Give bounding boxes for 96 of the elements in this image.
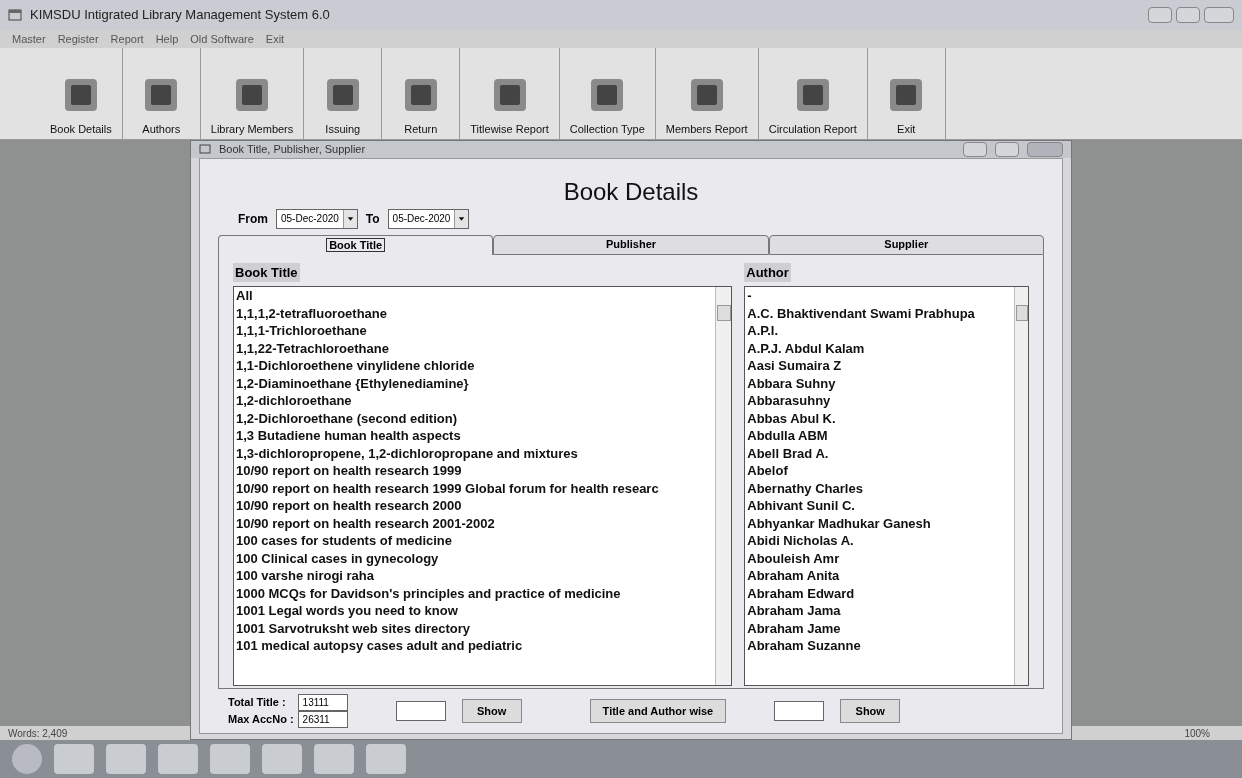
list-item[interactable]: 1,2-Dichloroethane (second edition) (236, 409, 458, 427)
list-item[interactable]: - (747, 287, 752, 305)
close-button[interactable] (1027, 141, 1063, 157)
scrollbar[interactable] (1014, 287, 1028, 685)
list-item[interactable]: 101 medical autopsy cases adult and pediatric (236, 637, 523, 655)
list-item[interactable]: 1,2-Diaminoethane {Ethylenediamine} (236, 374, 469, 392)
list-item[interactable]: Abbarasuhny (747, 392, 831, 410)
dialog-title: Book Title, Publisher, Supplier (219, 142, 366, 157)
tab[interactable]: Book Title (218, 234, 494, 255)
tab[interactable]: Supplier (768, 234, 1044, 255)
list-item[interactable]: 100 varshe nirogi raha (236, 567, 374, 585)
status-text: Words: 2,409 (8, 726, 68, 741)
list-item[interactable]: A.P.I. (747, 322, 779, 340)
scroll-thumb[interactable] (716, 305, 731, 321)
list-item[interactable]: 1,3-dichloropropene, 1,2-dichloropropane and mixtures (236, 444, 578, 462)
list-item[interactable]: A.C. Bhaktivendant Swami Prabhupa (747, 304, 975, 322)
list-item[interactable]: 100 Clinical cases in gynecology (236, 549, 439, 567)
list-item[interactable]: Abidi Nicholas A. (747, 532, 854, 550)
to-label: To (365, 210, 380, 228)
list-item[interactable]: Abraham Jame (747, 619, 841, 637)
list-item[interactable]: Abraham Jama (747, 602, 841, 620)
list-item[interactable]: Abelof (747, 462, 788, 480)
list-item[interactable]: Abell Brad A. (747, 444, 829, 462)
book-title-list[interactable] (233, 286, 733, 686)
show-button[interactable]: Show (461, 699, 522, 723)
list-item[interactable]: 1,1,22-Tetrachloroethane (236, 339, 389, 357)
menu-item[interactable]: Register (57, 30, 99, 48)
form-heading: Book Details (562, 176, 700, 207)
input-field[interactable] (395, 701, 446, 721)
list-item[interactable]: Abhivant Sunil C. (747, 497, 855, 515)
app-icon (8, 9, 22, 21)
author-list[interactable] (744, 286, 1029, 686)
toolbar-button[interactable]: Titlewise Report (460, 48, 560, 139)
total-title-label: Total Title : (228, 695, 287, 711)
toolbar-button[interactable]: Return (382, 48, 461, 139)
toolbar-button[interactable]: Library Members (200, 48, 305, 139)
date-picker[interactable]: 05-Dec-2020 (387, 208, 470, 229)
list-item[interactable]: 1,1,1-Trichloroethane (236, 322, 367, 340)
list-label: Author (744, 262, 791, 282)
menu-item[interactable]: Exit (265, 30, 285, 48)
toolbar-button[interactable]: Members Report (655, 48, 759, 139)
list-item[interactable]: 1001 Sarvotruksht web sites directory (236, 619, 471, 637)
close-button[interactable] (1204, 7, 1234, 23)
list-item[interactable]: 1,1-Dichloroethene vinylidene chloride (236, 357, 475, 375)
from-label: From (238, 210, 268, 228)
show-button[interactable]: Show (840, 699, 901, 723)
list-item[interactable]: Abbara Suhny (747, 374, 836, 392)
list-item[interactable]: A.P.J. Abdul Kalam (747, 339, 865, 357)
list-item[interactable]: 1,2-dichloroethane (236, 392, 352, 410)
total-title-field: 13111 (297, 694, 348, 711)
max-accno-label: Max AccNo : (228, 712, 294, 728)
list-item[interactable]: Abraham Suzanne (747, 637, 861, 655)
toolbar-button[interactable]: Collection Type (559, 48, 656, 139)
toolbar-button[interactable]: Issuing (304, 48, 383, 139)
app-icon (199, 144, 211, 155)
list-item[interactable]: 10/90 report on health research 1999 (236, 462, 462, 480)
window-title: KIMSDU Intigrated Library Management System 6.0 (30, 6, 330, 25)
list-item[interactable]: Abouleish Amr (747, 549, 840, 567)
list-item[interactable]: 10/90 report on health research 2000 (236, 497, 462, 515)
menu-item[interactable]: Report (110, 30, 144, 48)
list-item[interactable]: 1001 Legal words you need to know (236, 602, 458, 620)
list-item[interactable]: Abraham Edward (747, 584, 855, 602)
input-field[interactable] (774, 701, 825, 721)
title-and-author-wise-button[interactable]: Title and Author wise (589, 699, 727, 723)
minimize-button[interactable] (963, 141, 987, 157)
tab[interactable]: Publisher (493, 234, 769, 255)
zoom-level: 100% (1184, 726, 1210, 741)
toolbar-button[interactable]: Book Details (40, 48, 123, 139)
toolbar-button[interactable]: Authors (122, 48, 201, 139)
list-item[interactable]: 10/90 report on health research 1999 Global forum for health researc (236, 479, 659, 497)
list-item[interactable]: 100 cases for students of medicine (236, 532, 453, 550)
menu-item[interactable]: Help (155, 30, 179, 48)
list-item[interactable]: All (236, 287, 253, 305)
list-item[interactable]: Abraham Anita (747, 567, 840, 585)
list-label: Book Title (233, 262, 300, 282)
list-item[interactable]: 1,3 Butadiene human health aspects (236, 427, 461, 445)
list-item[interactable]: 1000 MCQs for Davidson's principles and practice of medicine (236, 584, 621, 602)
list-item[interactable]: Abernathy Charles (747, 479, 863, 497)
list-item[interactable]: Abhyankar Madhukar Ganesh (747, 514, 931, 532)
list-item[interactable]: Abbas Abul K. (747, 409, 836, 427)
maximize-button[interactable] (1176, 7, 1200, 23)
max-accno-field: 26311 (297, 711, 348, 728)
scroll-thumb[interactable] (1015, 305, 1028, 321)
toolbar-button[interactable]: Exit (867, 48, 946, 139)
menu-item[interactable]: Old Software (190, 30, 254, 48)
list-item[interactable]: Abdulla ABM (747, 427, 828, 445)
list-item[interactable]: Aasi Sumaira Z (747, 357, 842, 375)
date-picker[interactable]: 05-Dec-2020 (276, 208, 358, 229)
menu-item[interactable]: Master (12, 30, 46, 48)
minimize-button[interactable] (1148, 7, 1172, 23)
scrollbar[interactable] (715, 287, 732, 685)
toolbar-button[interactable]: Circulation Report (758, 48, 868, 139)
list-item[interactable]: 1,1,1,2-tetrafluoroethane (236, 304, 387, 322)
start-button[interactable] (12, 744, 42, 774)
list-item[interactable]: 10/90 report on health research 2001-2002 (236, 514, 495, 532)
maximize-button[interactable] (995, 141, 1019, 157)
